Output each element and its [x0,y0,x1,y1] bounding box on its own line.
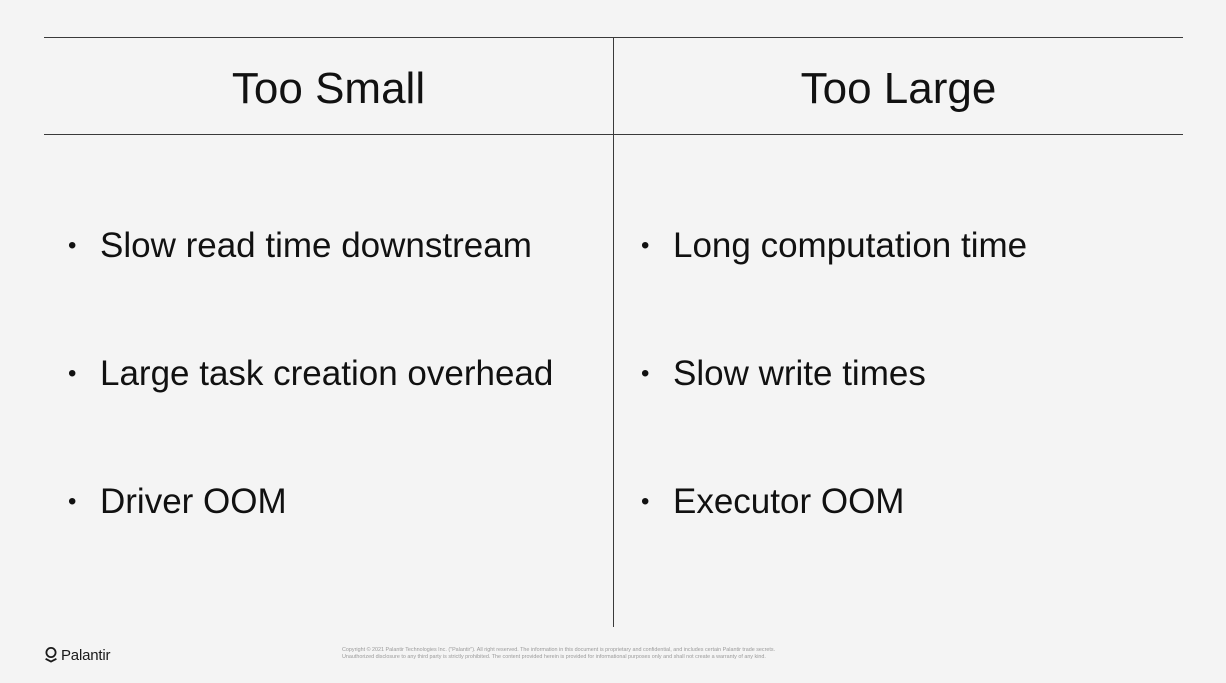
right-bullet-list: • Long computation time • Slow write tim… [637,224,1177,608]
logo-text: Palantir [61,646,111,664]
right-column-heading: Too Large [800,64,997,113]
bullet-icon: • [641,232,650,259]
copyright-line-1: Copyright © 2021 Palantir Technologies I… [342,647,776,653]
list-item: • Large task creation overhead [64,352,604,480]
bullet-icon: • [641,360,650,387]
list-item: • Slow read time downstream [64,224,604,352]
bullet-icon: • [68,488,77,515]
copyright-notice: Copyright © 2021 Palantir Technologies I… [342,647,902,661]
slide: Too Small Too Large • Slow read time dow… [0,0,1226,683]
bullet-text: Long computation time [673,226,1028,265]
bullet-icon: • [68,360,77,387]
list-item: • Driver OOM [64,480,604,608]
bullet-text: Driver OOM [100,482,287,521]
bullet-text: Slow write times [673,354,926,393]
list-item: • Slow write times [637,352,1177,480]
palantir-logo-icon [45,647,57,663]
bullet-icon: • [68,232,77,259]
left-column-heading: Too Small [231,64,426,113]
list-item: • Executor OOM [637,480,1177,608]
bullet-text: Large task creation overhead [100,354,554,393]
bullet-text: Executor OOM [673,482,905,521]
copyright-line-2: Unauthorized disclosure to any third par… [342,654,766,660]
palantir-logo: Palantir [44,645,110,665]
bullet-text: Slow read time downstream [100,226,532,265]
bullet-icon: • [641,488,650,515]
list-item: • Long computation time [637,224,1177,352]
left-bullet-list: • Slow read time downstream • Large task… [64,224,604,608]
column-divider [613,37,614,627]
